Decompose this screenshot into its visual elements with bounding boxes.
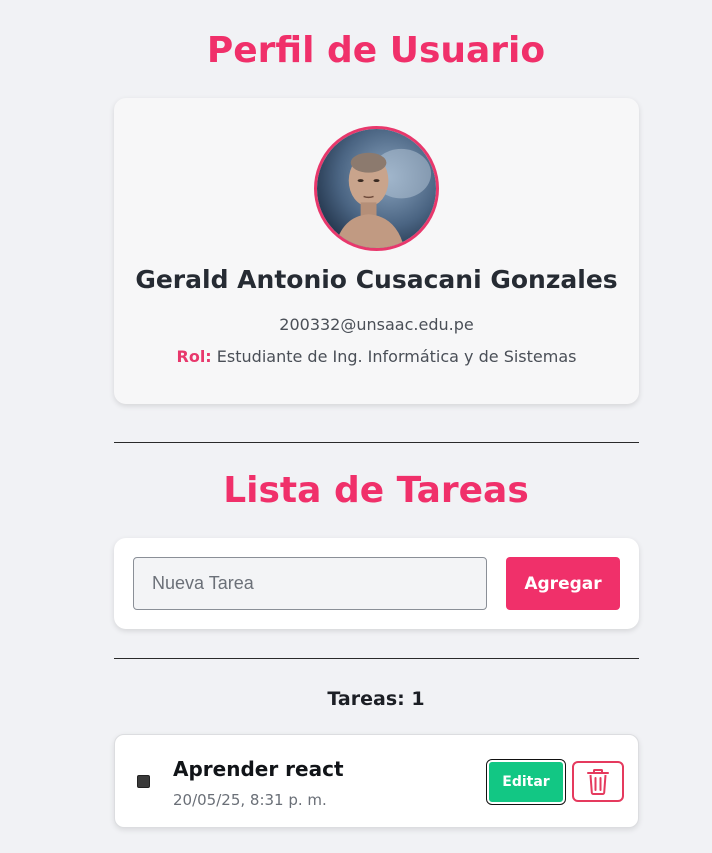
add-task-button[interactable]: Agregar	[506, 557, 620, 610]
profile-email: 200332@unsaac.edu.pe	[279, 315, 474, 334]
task-title: Aprender react	[173, 757, 344, 781]
task-item: Aprender react 20/05/25, 8:31 p. m. Edit…	[114, 734, 639, 828]
divider	[114, 658, 639, 659]
profile-name: Gerald Antonio Cusacani Gonzales	[135, 265, 618, 294]
tasks-heading: Lista de Tareas	[223, 470, 529, 511]
page: Perfil de Usuario Gerald Antonio Cusacan…	[0, 0, 712, 853]
trash-icon	[587, 768, 609, 795]
avatar	[314, 126, 439, 251]
task-checkbox[interactable]	[137, 775, 150, 788]
avatar-image	[317, 129, 436, 248]
delete-task-button[interactable]	[572, 761, 624, 802]
profile-card: Gerald Antonio Cusacani Gonzales 200332@…	[114, 98, 639, 404]
divider	[114, 442, 639, 443]
task-count: Tareas: 1	[327, 688, 425, 710]
edit-task-button[interactable]: Editar	[486, 759, 566, 805]
new-task-input[interactable]	[133, 557, 487, 610]
task-date: 20/05/25, 8:31 p. m.	[173, 791, 327, 809]
role-label: Rol:	[176, 347, 212, 366]
profile-heading: Perfil de Usuario	[206, 30, 546, 71]
role-value: Estudiante de Ing. Informática y de Sist…	[216, 347, 577, 366]
profile-role: Rol: Estudiante de Ing. Informática y de…	[114, 347, 639, 366]
add-task-card: Agregar	[114, 538, 639, 629]
